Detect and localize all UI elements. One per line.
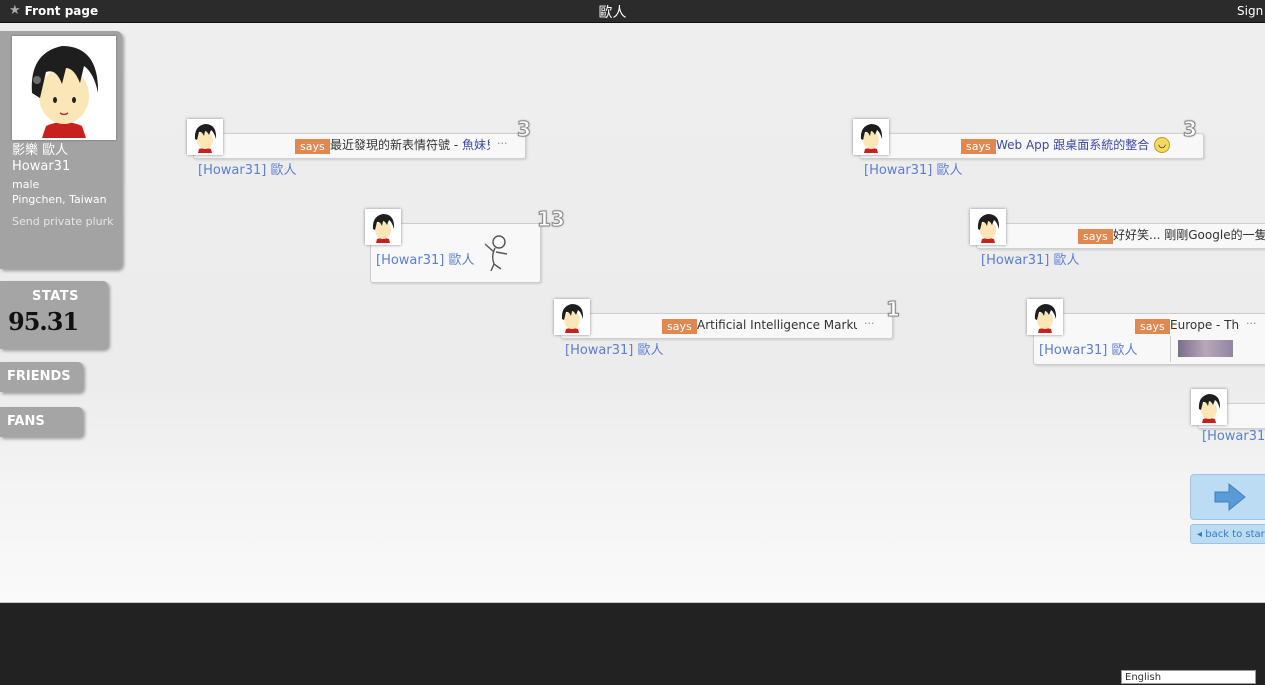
- plurk-avatar[interactable]: [365, 209, 401, 245]
- plurk-username[interactable]: [Howar31] 歐人: [981, 249, 1080, 268]
- back-to-start-button[interactable]: ◂ back to start: [1190, 524, 1265, 544]
- plurk-avatar[interactable]: [554, 299, 590, 335]
- divider: [1170, 336, 1171, 362]
- avatar-face-icon: [189, 121, 221, 153]
- says-label: says: [1135, 319, 1170, 334]
- plurk-link[interactable]: Web App 跟桌面系統的整合: [996, 138, 1149, 152]
- avatar-face-icon: [367, 211, 399, 243]
- plurk-username[interactable]: [Howar31] 歐人: [1039, 339, 1138, 358]
- says-label: says: [295, 139, 330, 154]
- response-count: 3: [517, 117, 532, 142]
- profile-nickname: Howar31: [12, 159, 71, 174]
- plurk-username[interactable]: [Howar31]: [1202, 429, 1265, 444]
- plurk-avatar[interactable]: [1027, 299, 1063, 335]
- more-icon[interactable]: ···: [864, 317, 875, 330]
- avatar-face-icon: [855, 121, 887, 153]
- plurk-text: 好好笑... 剛剛Google的一隻得: [1113, 228, 1265, 242]
- says-label: says: [961, 139, 996, 154]
- dancing-emoticon-icon: [484, 235, 508, 272]
- back-to-start-label: back to start: [1205, 529, 1265, 540]
- plurk-text: Artificial Intelligence Markup L: [697, 318, 857, 332]
- profile-gender: male: [12, 178, 40, 191]
- plurk-bubble[interactable]: says 好好笑... 剛剛Google的一隻得: [976, 223, 1265, 249]
- plurk-avatar[interactable]: [853, 119, 889, 155]
- avatar-face-icon: [1193, 391, 1225, 423]
- next-page-button[interactable]: [1190, 474, 1265, 520]
- plurk-avatar[interactable]: [970, 209, 1006, 245]
- karma-value: 95.31: [8, 307, 79, 336]
- plurk-username[interactable]: [Howar31] 歐人: [198, 159, 297, 178]
- plurk-bubble[interactable]: says Web App 跟桌面系統的整合 ◡: [859, 133, 1204, 159]
- page-title: 歐人: [598, 5, 627, 21]
- plurk-text-body: 最近發現的新表情符號 -: [330, 138, 462, 152]
- response-count: 13: [537, 207, 566, 232]
- arrow-right-icon: [1214, 482, 1246, 512]
- avatar-face-icon: [556, 301, 588, 333]
- sign-in-link[interactable]: Sign in: [1237, 4, 1265, 18]
- send-private-plurk-link[interactable]: Send private plurk: [12, 215, 114, 228]
- profile-name: 影樂 歐人: [12, 143, 69, 158]
- plurk-avatar[interactable]: [1191, 389, 1227, 425]
- thumbnail-image[interactable]: [1178, 340, 1233, 357]
- avatar-face-icon: [972, 211, 1004, 243]
- stats-label: STATS: [32, 289, 80, 304]
- plurk-username[interactable]: [Howar31] 歐人: [376, 249, 475, 268]
- plurk-username[interactable]: [Howar31] 歐人: [565, 339, 664, 358]
- timeline-axis: [0, 602, 1265, 603]
- plurk-username[interactable]: [Howar31] 歐人: [864, 159, 963, 178]
- avatar[interactable]: [12, 36, 116, 140]
- avatar-face-icon: [1029, 301, 1061, 333]
- top-bar: ★ Front page 歐人 Sign in: [0, 0, 1265, 23]
- more-icon[interactable]: ···: [497, 137, 508, 150]
- more-icon[interactable]: ···: [1246, 317, 1257, 330]
- plurk-text: Web App 跟桌面系統的整合: [996, 138, 1176, 153]
- chevron-left-icon: ◂: [1197, 529, 1203, 540]
- response-count: 1: [886, 297, 901, 322]
- plurk-link[interactable]: 魚妹兒: [462, 138, 490, 152]
- plurk-text: Europe - The: [1170, 318, 1240, 332]
- friends-button[interactable]: FRIENDS: [0, 362, 83, 392]
- profile-location: Pingchen, Taiwan: [12, 193, 107, 206]
- timeline-area[interactable]: 影樂 歐人 Howar31 male Pingchen, Taiwan Send…: [0, 23, 1265, 603]
- plurk-bubble[interactable]: says 最近發現的新表情符號 - 魚妹兒 ···: [193, 133, 526, 159]
- says-label: says: [662, 319, 697, 334]
- stats-panel[interactable]: STATS 95.31: [0, 281, 108, 349]
- plurk-text: 最近發現的新表情符號 - 魚妹兒: [330, 138, 490, 153]
- plurk-bubble[interactable]: says Artificial Intelligence Markup L ··…: [560, 313, 893, 339]
- fans-button[interactable]: FANS: [0, 407, 83, 437]
- language-select[interactable]: English: [1121, 670, 1256, 684]
- avatar-face-icon: [14, 38, 114, 138]
- bottom-bar: English: [0, 624, 1265, 684]
- smiley-emoticon-icon: ◡: [1154, 137, 1170, 153]
- profile-card: 影樂 歐人 Howar31 male Pingchen, Taiwan Send…: [0, 31, 122, 269]
- plurk-avatar[interactable]: [187, 119, 223, 155]
- response-count: 3: [1183, 117, 1198, 142]
- says-label: says: [1078, 229, 1113, 244]
